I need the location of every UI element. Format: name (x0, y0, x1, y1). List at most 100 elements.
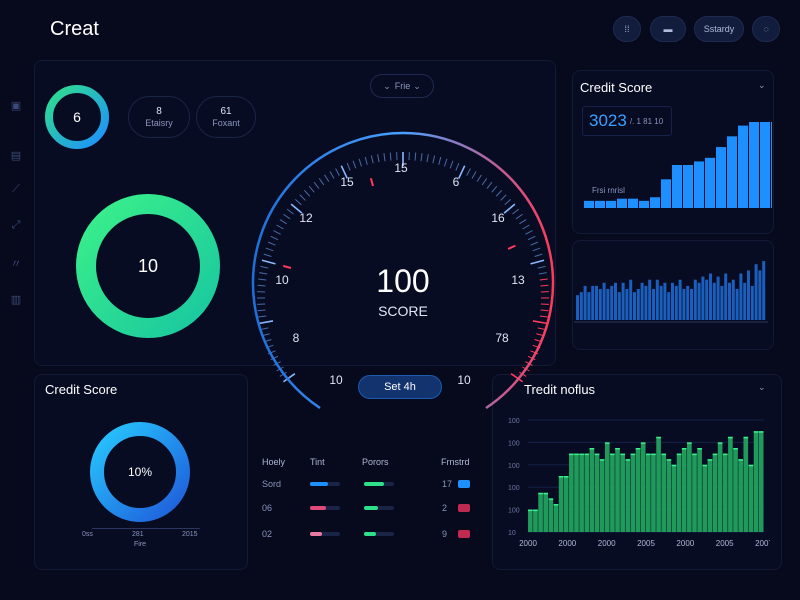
green-bar (702, 464, 708, 532)
history-bar (591, 285, 595, 320)
green-bar (748, 464, 754, 532)
gauge-filter-label: Frie (394, 81, 411, 91)
history-bar (655, 279, 659, 320)
gauge-tick (444, 158, 448, 167)
stat-card-1-label: Etaisry (145, 118, 173, 128)
green-bar-cap (640, 442, 646, 444)
table-row-label: 02 (262, 529, 273, 539)
gauge-tick (420, 153, 423, 162)
green-bar-cap (661, 453, 667, 456)
set-button[interactable]: Set 4h (358, 375, 442, 399)
stat-card-1[interactable]: 8 Etaisry (128, 96, 190, 138)
history-bar (743, 282, 747, 320)
sidebar-feather-icon[interactable]: 〃 (9, 256, 23, 270)
table-header: Frnstrd (441, 457, 470, 467)
history-bar (758, 270, 762, 320)
chevron-down-icon[interactable]: ⌄ (758, 80, 766, 91)
green-bar (753, 431, 759, 532)
green-bar (717, 442, 723, 532)
gauge-tick (486, 181, 493, 189)
credit-score-bar (584, 200, 594, 208)
percent-ring-value: 10% (128, 465, 152, 479)
history-bar (739, 273, 743, 320)
history-bar (709, 273, 712, 320)
history-bar (735, 289, 739, 320)
sidebar-pen-icon[interactable]: ⟋ (9, 182, 23, 196)
history-bar (625, 289, 629, 320)
credit-score-title: Credit Score (580, 80, 653, 95)
green-bar-cap (717, 442, 723, 444)
legend-right-label: 2015 (182, 531, 198, 538)
gauge-tick (261, 259, 276, 265)
history-bar (644, 285, 648, 320)
credit-score-bar (716, 147, 726, 208)
credit-score-bar (628, 198, 638, 208)
history-bar (583, 285, 587, 320)
history-bar (606, 289, 610, 320)
gauge-tick (537, 265, 546, 269)
chevron-down-icon: ⌄ (413, 80, 421, 91)
gauge-tick (258, 278, 267, 281)
green-bar (666, 459, 672, 532)
green-bar-cap (584, 453, 590, 456)
table-row-label: Sord (262, 479, 282, 489)
sidebar-chart-icon[interactable]: ▥ (9, 292, 23, 306)
history-bar (667, 292, 671, 320)
green-bar-cap (528, 509, 533, 512)
gauge-tick-label: 15 (340, 175, 354, 189)
gauge-tick (532, 320, 547, 325)
gauge-tick (522, 224, 530, 230)
gauge-tick (295, 198, 302, 206)
green-bar-cap (743, 436, 749, 439)
history-bar (587, 292, 591, 320)
gauge-tick (370, 155, 374, 164)
history-bar (579, 292, 583, 320)
gauge-filter-dropdown[interactable]: ⌄ Frie ⌄ (370, 74, 434, 98)
gauge-score-value: 100 (376, 263, 429, 299)
card-button[interactable]: ▬ (650, 16, 686, 42)
sidebar-grid-icon[interactable]: ▣ (9, 98, 23, 112)
table-bar (364, 506, 394, 510)
table-swatch (458, 480, 470, 488)
history-bar (614, 282, 617, 320)
green-bar (630, 453, 636, 532)
green-bar (676, 453, 682, 532)
search-button[interactable]: ◌ (752, 16, 780, 42)
gauge-tick (495, 190, 503, 197)
gauge-tick-label: 10 (329, 373, 343, 387)
legend-mid-label: 281 (132, 531, 144, 538)
gauge-tick (259, 272, 268, 275)
green-bar-cap (558, 476, 564, 478)
gauge-tick (383, 153, 386, 162)
green-bar-cap (666, 459, 672, 461)
history-bar (598, 289, 602, 320)
gauge-tick (538, 272, 547, 275)
history-bar (705, 279, 709, 320)
green-bar-chart: 100 100 100 100 100 10 2000 2000 2000 2005 2000 20… (508, 418, 770, 548)
credit-score-bar (727, 136, 737, 208)
gauge-accent-tick (507, 244, 516, 250)
history-bar (633, 292, 636, 320)
gauge-tick (263, 253, 272, 257)
header-menu-button[interactable]: Sstardy (694, 16, 744, 42)
grid-menu-button[interactable]: ⁞⁞ (613, 16, 641, 42)
gauge-tick (270, 235, 279, 241)
green-bar-cap (758, 431, 764, 433)
gauge-tick (519, 219, 527, 225)
green-x-tick-label: 2005 (716, 539, 734, 548)
table-header: Hoely (262, 457, 286, 467)
table-swatch (458, 530, 470, 538)
history-bar (652, 289, 655, 320)
history-bar (712, 282, 716, 320)
history-bar (754, 264, 758, 320)
sidebar-lock-icon[interactable]: ▤ (9, 148, 23, 162)
history-bar (595, 285, 598, 320)
green-x-tick-label: 2007 (755, 539, 770, 548)
gauge-tick (324, 174, 330, 182)
gauge-tick (530, 241, 539, 246)
green-bar-cap (702, 464, 708, 467)
green-bar-cap (748, 464, 754, 467)
big-ring-chart: 10 (76, 194, 220, 338)
sidebar-link-icon[interactable]: ⤢ (9, 218, 23, 232)
chevron-down-icon[interactable]: ⌄ (758, 382, 766, 393)
